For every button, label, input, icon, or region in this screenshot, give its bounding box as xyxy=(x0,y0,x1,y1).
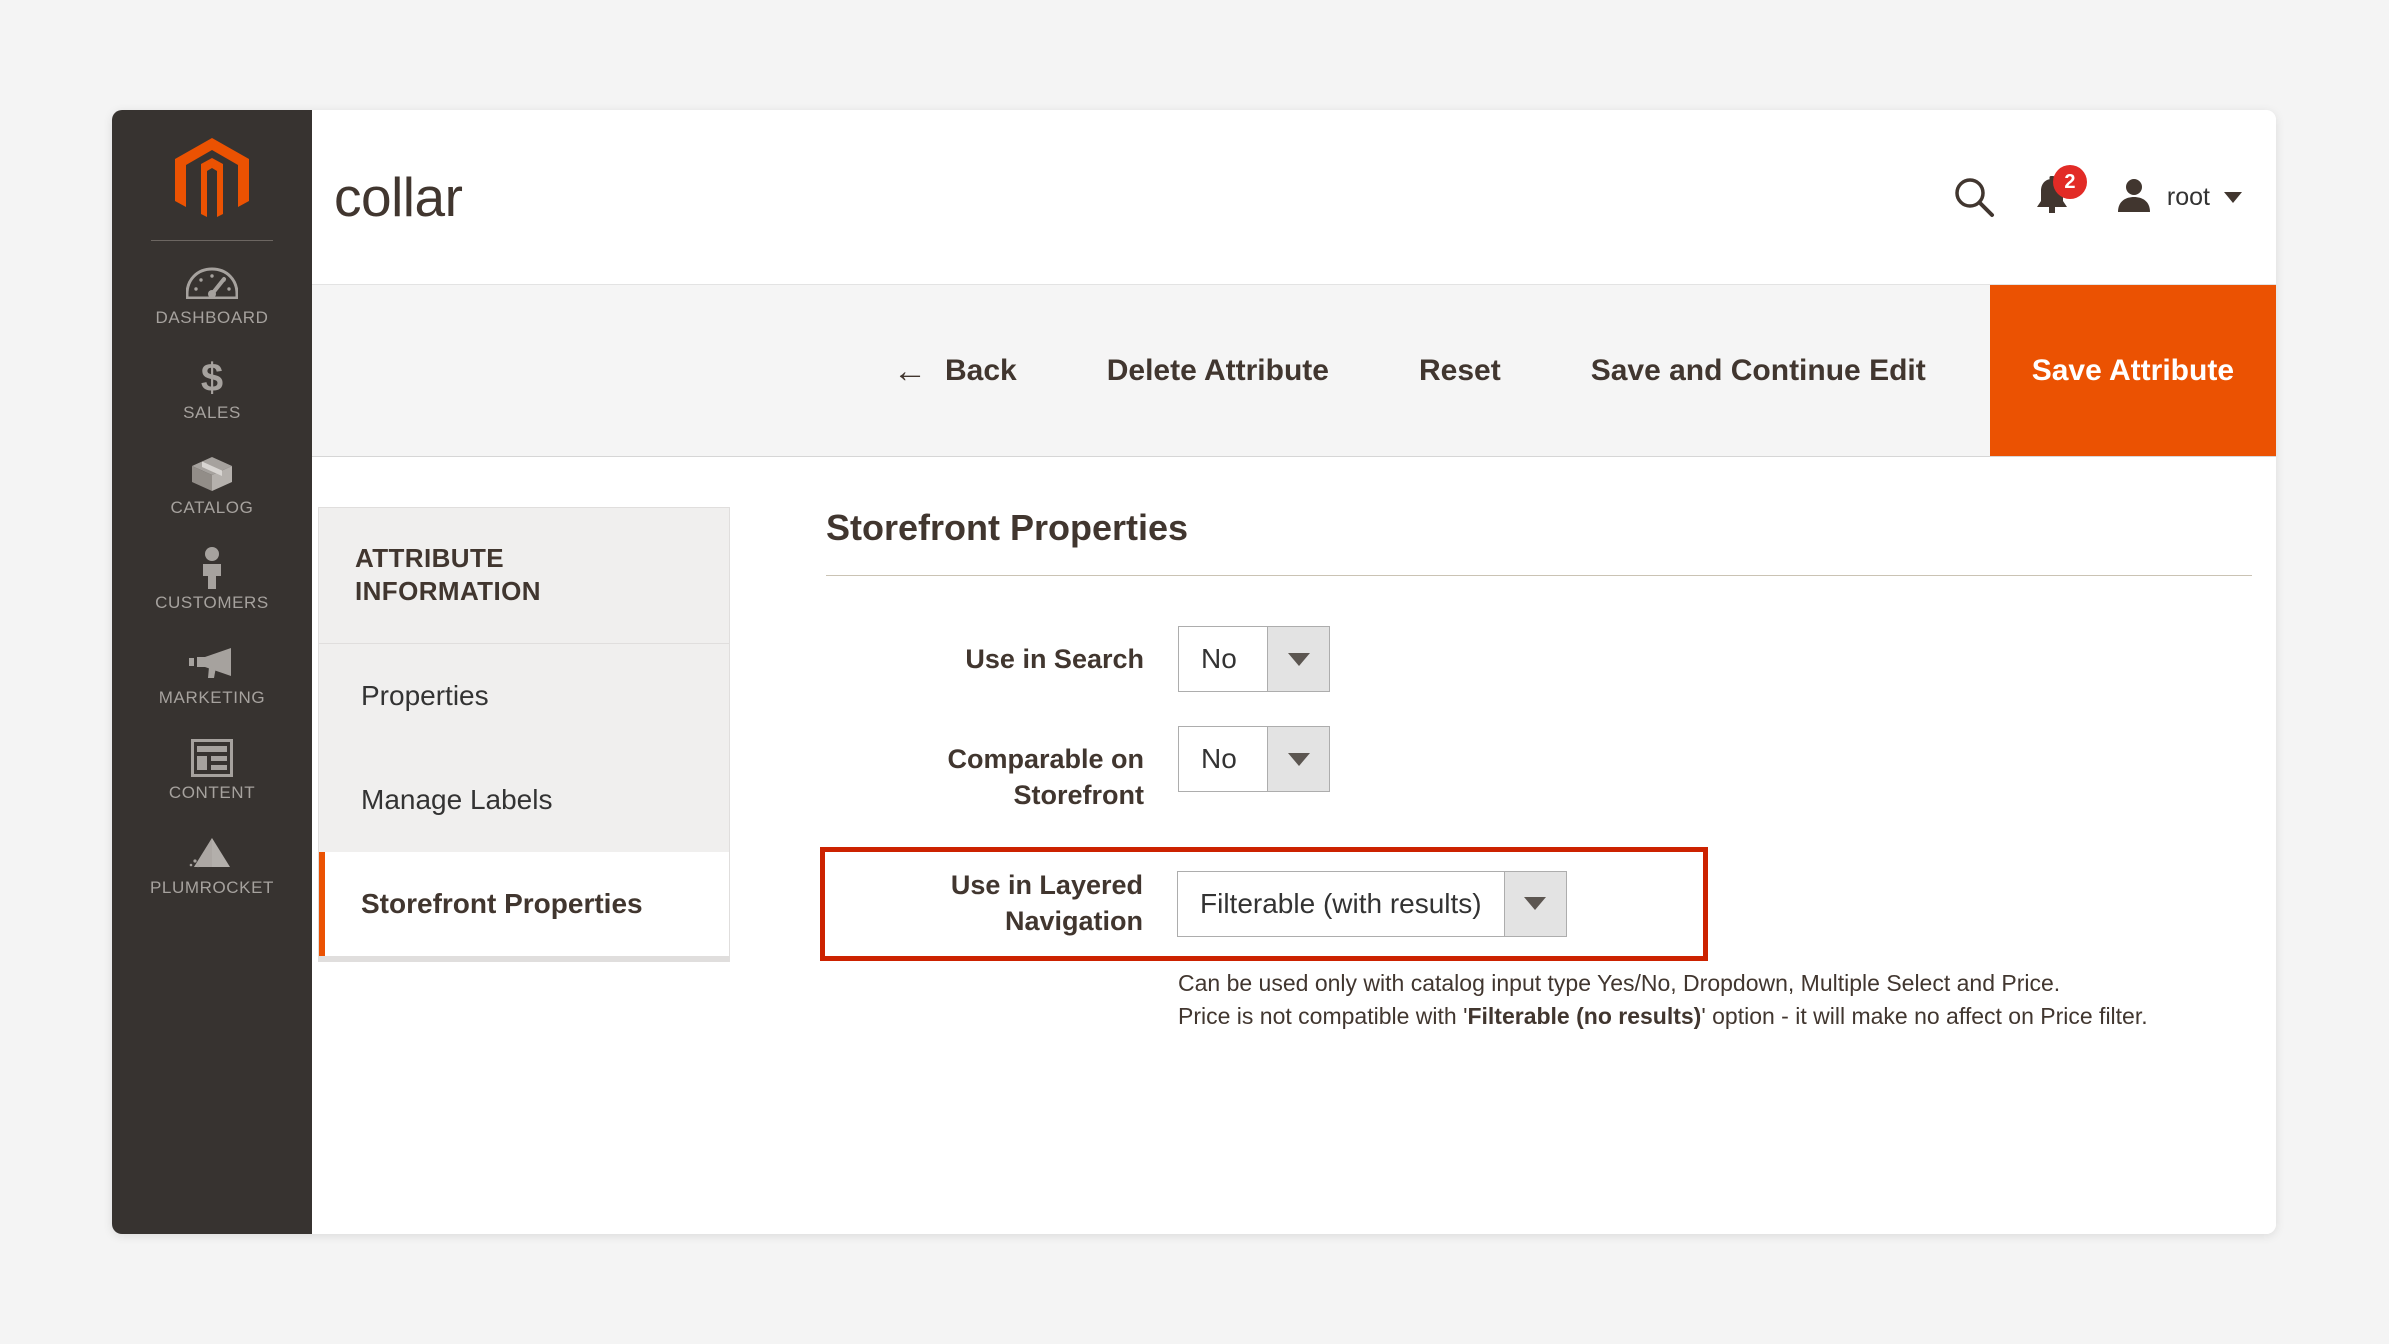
back-arrow-icon: ← xyxy=(893,351,927,390)
back-button[interactable]: ← Back xyxy=(865,285,1045,456)
field-control: Filterable (with results) xyxy=(1177,870,1683,937)
attribute-nav-title: ATTRIBUTE INFORMATION xyxy=(319,508,729,644)
field-label: Use in Search xyxy=(965,644,1144,674)
sidebar-item-label: CONTENT xyxy=(168,783,256,802)
field-use-in-search: Use in Search No xyxy=(826,626,2252,692)
user-name-label: root xyxy=(2166,182,2210,211)
storefront-properties-form: Storefront Properties Use in Search No C… xyxy=(730,507,2276,1234)
use-in-layered-navigation-select[interactable]: Filterable (with results) xyxy=(1177,870,1567,937)
plumrocket-pyramid-icon xyxy=(116,833,308,873)
sidebar-item-customers[interactable]: CUSTOMERS xyxy=(112,532,312,627)
chevron-down-icon xyxy=(2224,191,2242,203)
attr-nav-item-storefront-properties[interactable]: Storefront Properties xyxy=(319,851,729,956)
sidebar-item-catalog[interactable]: CATALOG xyxy=(112,437,312,532)
layered-navigation-help-text: Can be used only with catalog input type… xyxy=(1178,967,2188,1033)
select-value: No xyxy=(1179,727,1267,791)
person-icon xyxy=(116,547,308,589)
notification-count-badge: 2 xyxy=(2052,165,2087,199)
sidebar-item-label: DASHBOARD xyxy=(155,308,269,327)
page-title: collar xyxy=(334,166,463,228)
dashboard-gauge-icon xyxy=(116,263,308,303)
field-control: No xyxy=(1178,626,2252,692)
help-line-2-bold: Filterable (no results) xyxy=(1467,1002,1702,1029)
megaphone-icon xyxy=(116,643,308,683)
chevron-down-icon[interactable] xyxy=(1267,627,1329,691)
page-body: ATTRIBUTE INFORMATION Properties Manage … xyxy=(312,457,2276,1234)
field-comparable-on-storefront: Comparable on Storefront No xyxy=(826,726,2252,813)
main-sidebar: DASHBOARD $ SALES CATALOG CUSTOMERS MARK… xyxy=(112,110,312,1234)
sidebar-item-dashboard[interactable]: DASHBOARD xyxy=(112,247,312,342)
user-menu[interactable]: root xyxy=(2115,176,2242,219)
action-toolbar: ← Back Delete Attribute Reset Save and C… xyxy=(312,285,2276,457)
svg-text:$: $ xyxy=(201,357,223,399)
user-avatar-icon xyxy=(2115,176,2153,219)
sidebar-item-label: CUSTOMERS xyxy=(155,593,269,612)
magento-logo-icon[interactable] xyxy=(112,110,312,240)
header-actions: 2 root xyxy=(1953,165,2246,219)
sidebar-item-sales[interactable]: $ SALES xyxy=(112,342,312,437)
sidebar-divider xyxy=(151,240,273,241)
box-icon xyxy=(116,453,308,493)
field-label: Use in Layered Navigation xyxy=(950,870,1143,936)
help-line-2: Price is not compatible with 'Filterable… xyxy=(1178,1000,2188,1033)
dollar-sign-icon: $ xyxy=(116,357,308,399)
sidebar-item-plumrocket[interactable]: PLUMROCKET xyxy=(112,817,312,912)
sidebar-item-content[interactable]: CONTENT xyxy=(112,722,312,817)
save-attribute-button[interactable]: Save Attribute xyxy=(1989,285,2276,456)
sidebar-item-label: CATALOG xyxy=(170,498,254,517)
page-header: collar 2 root xyxy=(312,110,2276,285)
chevron-down-icon[interactable] xyxy=(1267,727,1329,791)
sidebar-item-label: PLUMROCKET xyxy=(149,878,275,897)
search-icon[interactable] xyxy=(1953,176,1995,218)
delete-attribute-button[interactable]: Delete Attribute xyxy=(1079,285,1357,456)
section-divider xyxy=(826,575,2252,576)
field-label: Comparable on Storefront xyxy=(947,744,1144,810)
reset-button[interactable]: Reset xyxy=(1391,285,1529,456)
field-use-in-layered-navigation: Use in Layered Navigation Filterable (wi… xyxy=(820,847,1708,961)
help-line-2-post: ' option - it will make no affect on Pri… xyxy=(1701,1002,2148,1029)
field-control: No xyxy=(1178,726,2252,792)
use-in-search-select[interactable]: No xyxy=(1178,626,1330,692)
chevron-down-icon[interactable] xyxy=(1503,871,1566,936)
notifications-bell-icon[interactable]: 2 xyxy=(2033,165,2087,218)
back-button-label: Back xyxy=(945,353,1017,387)
attribute-information-nav: ATTRIBUTE INFORMATION Properties Manage … xyxy=(318,507,730,962)
attr-nav-item-properties[interactable]: Properties xyxy=(319,643,729,748)
content-column: collar 2 root ← Back Delete Attribute Re… xyxy=(312,110,2276,1234)
section-title: Storefront Properties xyxy=(826,507,1189,548)
sidebar-item-label: MARKETING xyxy=(158,688,266,707)
attr-nav-item-manage-labels[interactable]: Manage Labels xyxy=(319,747,729,852)
help-line-2-pre: Price is not compatible with ' xyxy=(1178,1002,1468,1029)
save-and-continue-edit-button[interactable]: Save and Continue Edit xyxy=(1563,285,1954,456)
sidebar-item-label: SALES xyxy=(183,403,241,422)
select-value: No xyxy=(1179,627,1267,691)
select-value: Filterable (with results) xyxy=(1178,871,1504,936)
layout-grid-icon xyxy=(116,738,308,778)
admin-panel-card: DASHBOARD $ SALES CATALOG CUSTOMERS MARK… xyxy=(112,110,2276,1234)
comparable-on-storefront-select[interactable]: No xyxy=(1178,726,1330,792)
sidebar-item-marketing[interactable]: MARKETING xyxy=(112,627,312,722)
help-line-1: Can be used only with catalog input type… xyxy=(1178,969,2061,996)
